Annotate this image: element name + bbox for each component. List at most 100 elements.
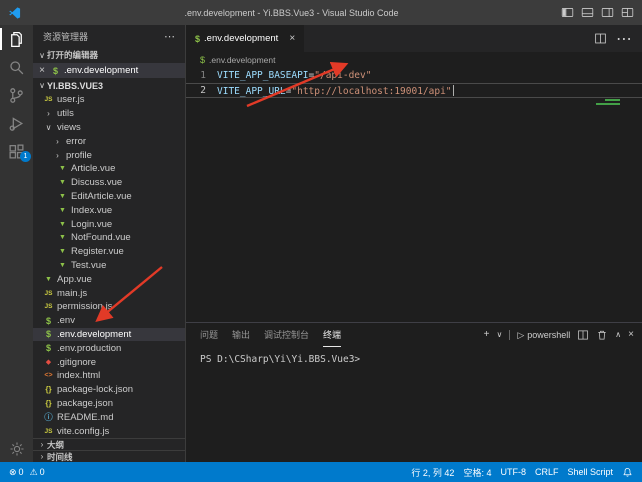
activity-explorer[interactable] [0, 25, 33, 53]
tree-item-label: Index.vue [71, 205, 112, 216]
close-panel-icon[interactable]: × [628, 330, 634, 340]
tree-item[interactable]: › utils [33, 107, 185, 121]
outline-section-header[interactable]: › 大纲 [33, 438, 185, 450]
open-editors-header[interactable]: ∨ 打开的编辑器 [33, 47, 185, 63]
terminal[interactable]: PS D:\CSharp\Yi\Yi.BBS.Vue3> [186, 347, 642, 462]
activity-source-control[interactable] [0, 81, 33, 109]
activity-extensions[interactable]: 1 [0, 137, 33, 165]
notifications-bell-icon[interactable] [622, 467, 633, 478]
indentation[interactable]: 空格: 4 [463, 466, 491, 479]
toggle-primary-sidebar-icon[interactable] [561, 6, 574, 19]
panel-tab[interactable]: 调试控制台 [264, 323, 309, 347]
project-section-header[interactable]: ∨ YI.BBS.VUE3 [33, 78, 185, 93]
tree-item[interactable]: ∨ views [33, 121, 185, 135]
file-type-icon: {} [43, 385, 54, 394]
tree-item[interactable]: ◆ .gitignore [33, 355, 185, 369]
activity-search[interactable] [0, 53, 33, 81]
eol-sequence[interactable]: CRLF [535, 467, 559, 477]
problems-status[interactable]: ⊗ 0 ⚠ 0 [9, 467, 45, 478]
tree-item-label: package-lock.json [57, 384, 133, 395]
terminal-profile-dropdown-icon[interactable]: ∨ [496, 331, 502, 339]
breadcrumb[interactable]: $ .env.development [186, 52, 642, 68]
tree-item[interactable]: $ .env [33, 314, 185, 328]
tree-item-label: Discuss.vue [71, 177, 122, 188]
code-editor[interactable]: 1 VITE_APP_BASEAPI="/api-dev" 2 VITE_APP… [186, 68, 642, 322]
editor-area: $ .env.development × ⋯ $ .env.developmen… [186, 25, 642, 462]
file-type-icon: $ [43, 343, 54, 353]
tree-item-label: utils [57, 108, 74, 119]
toggle-panel-icon[interactable] [581, 6, 594, 19]
tree-item[interactable]: JS vite.config.js [33, 424, 185, 438]
code-line[interactable]: 2 VITE_APP_URL="http://localhost:19001/a… [186, 83, 642, 98]
more-actions-icon[interactable]: ⋯ [164, 30, 175, 43]
file-tree: JS user.js › utils ∨ views › [33, 93, 185, 438]
tree-item-label: package.json [57, 398, 113, 409]
tree-item-label: Article.vue [71, 163, 115, 174]
close-tab-icon[interactable]: × [289, 33, 295, 44]
tree-item[interactable]: ▼ Test.vue [33, 259, 185, 273]
toggle-secondary-sidebar-icon[interactable] [601, 6, 614, 19]
terminal-instance-powershell[interactable]: ▷ powershell [517, 330, 570, 341]
tree-item[interactable]: ▼ Article.vue [33, 162, 185, 176]
activity-run-debug[interactable] [0, 109, 33, 137]
tree-item-label: Test.vue [71, 260, 106, 271]
tree-item-label: Register.vue [71, 246, 124, 257]
open-editor-item[interactable]: × $ .env.development [33, 63, 185, 78]
kill-terminal-icon[interactable] [596, 329, 608, 341]
tree-item[interactable]: ⓘ README.md [33, 410, 185, 424]
tree-item[interactable]: ▼ NotFound.vue [33, 231, 185, 245]
tree-item[interactable]: JS main.js [33, 286, 185, 300]
timeline-section-header[interactable]: › 时间线 [33, 450, 185, 462]
vscode-window: .env.development - Yi.BBS.Vue3 - Visual … [0, 0, 642, 482]
tree-item[interactable]: {} package.json [33, 397, 185, 411]
tree-item[interactable]: $ .env.development [33, 328, 185, 342]
language-mode[interactable]: Shell Script [567, 467, 613, 477]
split-editor-icon[interactable] [594, 32, 607, 45]
file-type-icon: ▼ [57, 262, 68, 269]
search-icon [8, 59, 25, 76]
breadcrumb-item[interactable]: .env.development [209, 55, 275, 65]
panel-tab[interactable]: 终端 [323, 323, 341, 347]
tree-item-label: index.html [57, 370, 100, 381]
tree-item[interactable]: › error [33, 134, 185, 148]
editor-more-actions-icon[interactable]: ⋯ [616, 29, 632, 49]
file-type-icon: JS [43, 428, 54, 435]
code-line[interactable]: 1 VITE_APP_BASEAPI="/api-dev" [186, 68, 642, 83]
tree-item[interactable]: ▼ App.vue [33, 272, 185, 286]
tree-item[interactable]: ▼ Login.vue [33, 217, 185, 231]
tree-item[interactable]: JS permission.js [33, 300, 185, 314]
tree-item[interactable]: ▼ EditArticle.vue [33, 190, 185, 204]
maximize-panel-icon[interactable]: ∧ [615, 331, 621, 339]
tab-env-development[interactable]: $ .env.development × [186, 25, 304, 52]
activity-settings[interactable] [0, 441, 33, 457]
tree-item[interactable]: › profile [33, 148, 185, 162]
chevron-down-icon: ∨ [37, 51, 47, 60]
tree-item[interactable]: JS user.js [33, 93, 185, 107]
overview-ruler-markers [596, 99, 620, 107]
sidebar-title: 资源管理器 [43, 30, 88, 43]
tree-item[interactable]: ▼ Discuss.vue [33, 176, 185, 190]
tree-item-label: main.js [57, 288, 87, 299]
tree-item-label: .env.production [57, 343, 121, 354]
panel-tab[interactable]: 问题 [200, 323, 218, 347]
new-terminal-icon[interactable]: + [484, 330, 490, 340]
tree-item[interactable]: $ .env.production [33, 341, 185, 355]
tree-item[interactable]: <> index.html [33, 369, 185, 383]
tree-item[interactable]: ▼ Register.vue [33, 245, 185, 259]
file-type-icon: ▼ [57, 179, 68, 186]
encoding[interactable]: UTF-8 [500, 467, 526, 477]
cursor-position[interactable]: 行 2, 列 42 [411, 466, 454, 479]
customize-layout-icon[interactable] [621, 6, 634, 19]
activity-bar: 1 [0, 25, 33, 462]
window-title: .env.development - Yi.BBS.Vue3 - Visual … [22, 8, 561, 18]
tree-item-label: views [57, 122, 81, 133]
tree-item[interactable]: ▼ Index.vue [33, 203, 185, 217]
panel-tab[interactable]: 输出 [232, 323, 250, 347]
file-type-icon: ∨ [43, 123, 54, 132]
close-icon[interactable]: × [37, 65, 47, 76]
status-bar: ⊗ 0 ⚠ 0 行 2, 列 42 空格: 4 UTF-8 CRLF Shell… [0, 462, 642, 482]
tree-item[interactable]: {} package-lock.json [33, 383, 185, 397]
split-terminal-icon[interactable] [577, 329, 589, 341]
file-type-icon: ▼ [57, 221, 68, 228]
explorer-icon [8, 31, 25, 48]
